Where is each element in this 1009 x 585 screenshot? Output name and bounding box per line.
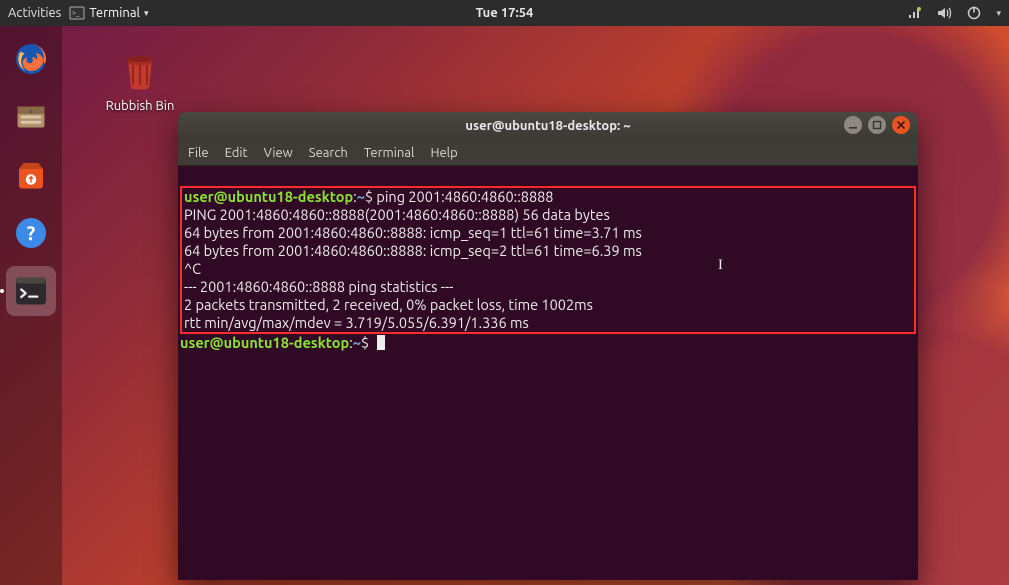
window-titlebar[interactable]: user@ubuntu18-desktop: ~ <box>178 112 918 140</box>
terminal-window: user@ubuntu18-desktop: ~ File Edit View … <box>178 112 918 580</box>
prompt-at: @ <box>214 188 228 205</box>
terminal-body[interactable]: user@ubuntu18-desktop:~$ ping 2001:4860:… <box>178 166 918 580</box>
window-controls <box>844 116 910 134</box>
output-line: PING 2001:4860:4860::8888(2001:4860:4860… <box>184 206 610 223</box>
menu-search[interactable]: Search <box>309 146 348 160</box>
prompt-user: user <box>180 334 210 351</box>
output-line: rtt min/avg/max/mdev = 3.719/5.055/6.391… <box>184 314 529 331</box>
app-menu-label: Terminal <box>89 6 140 20</box>
prompt-sigil: $ <box>365 188 373 205</box>
terminal-menubar: File Edit View Search Terminal Help <box>178 140 918 166</box>
window-title: user@ubuntu18-desktop: ~ <box>465 119 630 133</box>
menu-terminal[interactable]: Terminal <box>364 146 415 160</box>
prompt-at: @ <box>210 334 224 351</box>
dock-terminal[interactable] <box>6 266 56 316</box>
chevron-down-icon: ▾ <box>144 8 149 19</box>
app-menu[interactable]: >_ Terminal ▾ <box>69 5 148 21</box>
output-line: 2 packets transmitted, 2 received, 0% pa… <box>184 296 593 313</box>
window-minimize-button[interactable] <box>844 116 862 134</box>
prompt-user: user <box>184 188 214 205</box>
activities-button[interactable]: Activities <box>8 6 61 20</box>
dock-software[interactable] <box>6 150 56 200</box>
system-menu-chevron-icon[interactable]: ▾ <box>996 8 1001 19</box>
close-icon <box>896 120 906 130</box>
prompt-host: ubuntu18-desktop <box>228 188 353 205</box>
maximize-icon <box>872 120 882 130</box>
dock-files[interactable] <box>6 92 56 142</box>
svg-text:>_: >_ <box>72 9 80 17</box>
highlight-box: user@ubuntu18-desktop:~$ ping 2001:4860:… <box>180 186 916 334</box>
window-maximize-button[interactable] <box>868 116 886 134</box>
prompt-sigil: $ <box>361 334 369 351</box>
dock-help[interactable]: ? <box>6 208 56 258</box>
output-line: 64 bytes from 2001:4860:4860::8888: icmp… <box>184 242 642 259</box>
svg-text:?: ? <box>27 222 36 244</box>
clock[interactable]: Tue 17:54 <box>476 6 534 20</box>
text-caret-icon: I <box>718 256 723 274</box>
menu-help[interactable]: Help <box>430 146 457 160</box>
command-text: ping 2001:4860:4860::8888 <box>376 188 553 205</box>
network-indicator-icon[interactable] <box>906 5 922 21</box>
menu-edit[interactable]: Edit <box>225 146 248 160</box>
gnome-topbar: Activities >_ Terminal ▾ Tue 17:54 ▾ <box>0 0 1009 26</box>
prompt-path: ~ <box>353 334 361 351</box>
trash-icon <box>116 48 164 96</box>
terminal-menu-icon: >_ <box>69 5 85 21</box>
dock: ? <box>0 26 62 585</box>
desktop-icon-label: Rubbish Bin <box>96 99 184 113</box>
menu-file[interactable]: File <box>188 146 209 160</box>
output-line: 64 bytes from 2001:4860:4860::8888: icmp… <box>184 224 642 241</box>
volume-icon[interactable] <box>936 5 952 21</box>
prompt-path: ~ <box>357 188 365 205</box>
desktop-icon-trash[interactable]: Rubbish Bin <box>96 48 184 113</box>
power-icon[interactable] <box>966 5 982 21</box>
window-close-button[interactable] <box>892 116 910 134</box>
output-line: --- 2001:4860:4860::8888 ping statistics… <box>184 278 453 295</box>
menu-view[interactable]: View <box>264 146 293 160</box>
output-line: ^C <box>184 260 201 277</box>
prompt-host: ubuntu18-desktop <box>224 334 349 351</box>
dock-firefox[interactable] <box>6 34 56 84</box>
minimize-icon <box>848 120 858 130</box>
terminal-cursor <box>377 335 385 350</box>
